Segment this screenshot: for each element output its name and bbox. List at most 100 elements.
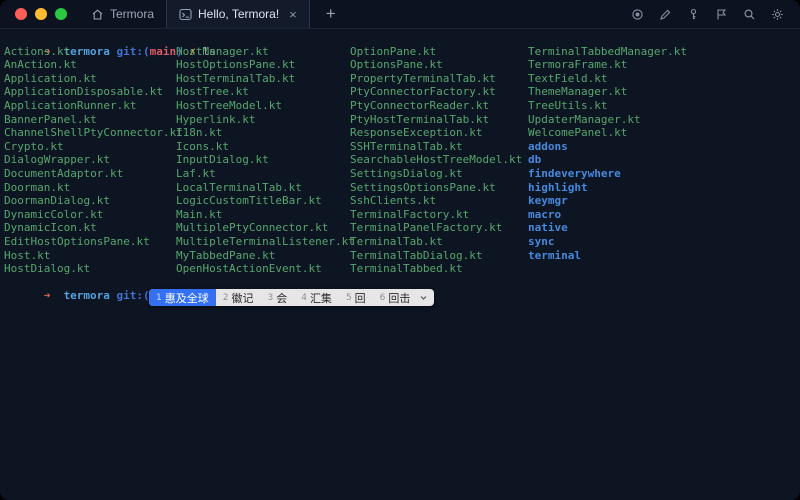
- file-entry: HostManager.kt: [176, 44, 269, 58]
- file-entry: HostOptionsPane.kt: [176, 58, 296, 72]
- ime-candidate-text: 汇集: [309, 291, 332, 305]
- file-entry: TerminalFactory.kt: [350, 207, 470, 221]
- file-entry: TreeUtils.kt: [528, 98, 608, 112]
- tab-termora-home[interactable]: Termora: [79, 0, 166, 28]
- file-entry: I18n.kt: [176, 126, 223, 140]
- directory-entry: sync: [528, 234, 555, 248]
- file-entry: Main.kt: [176, 207, 223, 221]
- file-entry: TerminalPanelFactory.kt: [350, 221, 503, 235]
- file-entry: TerminalTabbed.kt: [350, 262, 463, 276]
- file-entry: Doorman.kt: [4, 180, 71, 194]
- tab-label: Termora: [110, 7, 155, 21]
- git-prefix: git:(: [116, 289, 150, 303]
- file-entry: Laf.kt: [176, 166, 216, 180]
- prompt-arrow: ➜: [43, 289, 51, 303]
- file-entry: PtyConnectorReader.kt: [350, 98, 490, 112]
- ime-candidate-index: 4: [301, 292, 307, 303]
- search-icon[interactable]: [743, 8, 756, 21]
- file-entry: WelcomePanel.kt: [528, 126, 628, 140]
- minimize-window-button[interactable]: [35, 8, 47, 20]
- tabbar-spacer: [342, 0, 631, 28]
- file-entry: ResponseException.kt: [350, 126, 483, 140]
- file-entry: LogicCustomTitleBar.kt: [176, 194, 322, 208]
- file-entry: SettingsDialog.kt: [350, 166, 463, 180]
- file-entry: EditHostOptionsPane.kt: [4, 234, 150, 248]
- file-entry: BannerPanel.kt: [4, 112, 97, 126]
- terminal-screen[interactable]: ➜ termora git:(main) ✗ ls Actions.kt AnAction…: [0, 29, 800, 500]
- file-entry: TerminalTabbedManager.kt: [528, 44, 687, 58]
- directory-entry: terminal: [528, 248, 581, 262]
- file-entry: MultiplePtyConnector.kt: [176, 221, 329, 235]
- ime-candidate[interactable]: 6 回击: [373, 289, 418, 306]
- file-entry: MyTabbedPane.kt: [176, 248, 276, 262]
- directory-entry: addons: [528, 139, 568, 153]
- close-window-button[interactable]: [15, 8, 27, 20]
- prompt-host: termora: [63, 289, 110, 303]
- tab-label: Hello, Termora!: [198, 7, 280, 21]
- new-tab-button[interactable]: +: [320, 0, 342, 28]
- file-entry: PtyConnectorFactory.kt: [350, 85, 496, 99]
- file-column-3: OptionPane.kt OptionsPane.kt PropertyTermi…: [350, 45, 528, 276]
- file-column-1: Actions.kt AnAction.kt Application.kt Appli…: [4, 44, 183, 276]
- ime-candidate-text: 回: [354, 291, 366, 305]
- file-entry: DialogWrapper.kt: [4, 153, 110, 167]
- key-manager-icon[interactable]: [687, 8, 700, 21]
- ime-candidate[interactable]: 5回: [339, 289, 373, 306]
- file-entry: OpenHostActionEvent.kt: [176, 262, 322, 276]
- file-entry: SettingsOptionsPane.kt: [350, 180, 496, 194]
- file-listing: Actions.kt AnAction.kt Application.kt Appli…: [4, 45, 800, 276]
- file-entry: LocalTerminalTab.kt: [176, 180, 302, 194]
- ime-candidate-index: 6: [379, 292, 386, 303]
- file-entry: HostTerminalTab.kt: [176, 71, 296, 85]
- file-entry: InputDialog.kt: [176, 153, 269, 167]
- file-entry: AnAction.kt: [4, 58, 77, 72]
- directory-entry: highlight: [528, 180, 588, 194]
- ime-candidate-index: 5: [345, 292, 352, 303]
- file-entry: Actions.kt: [4, 44, 71, 58]
- ime-candidate[interactable]: 4 汇集: [294, 289, 339, 306]
- file-entry: Crypto.kt: [4, 139, 64, 153]
- ime-candidate-text: 惠及全球: [164, 291, 209, 305]
- file-entry: PtyHostTerminalTab.kt: [350, 112, 490, 126]
- file-entry: DynamicIcon.kt: [4, 221, 97, 235]
- macro-record-icon[interactable]: [631, 8, 644, 21]
- settings-icon[interactable]: [771, 8, 784, 21]
- file-entry: SshClients.kt: [350, 194, 437, 208]
- ime-candidate-window: 1 惠及全球 2 徽记 3 会 4 汇集 5 回 6 回击: [149, 289, 435, 306]
- file-column-4: TerminalTabbedManager.kt TermoraFrame.kt T…: [528, 45, 687, 263]
- home-icon: [91, 8, 104, 21]
- flag-icon[interactable]: [715, 8, 728, 21]
- traffic-lights: [0, 0, 79, 28]
- file-entry: Application.kt: [4, 71, 97, 85]
- file-entry: TerminalTabDialog.kt: [350, 248, 483, 262]
- close-tab-icon[interactable]: ×: [289, 8, 297, 21]
- edit-icon[interactable]: [659, 8, 672, 21]
- file-entry: Hyperlink.kt: [176, 112, 256, 126]
- file-entry: DoormanDialog.kt: [4, 194, 110, 208]
- termora-window: Termora Hello, Termora! × + ➜ termora gi…: [0, 0, 800, 500]
- ime-candidate-index: 1: [156, 292, 162, 303]
- ime-candidate[interactable]: 3会: [260, 289, 294, 306]
- ime-candidate-text: 会: [276, 291, 288, 305]
- file-entry: TextField.kt: [528, 71, 608, 85]
- tab-bar: Termora Hello, Termora! × +: [0, 0, 800, 29]
- ime-candidate-index: 3: [267, 292, 274, 303]
- file-entry: Icons.kt: [176, 139, 229, 153]
- ime-candidate[interactable]: 1 惠及全球: [149, 289, 216, 306]
- file-entry: ApplicationRunner.kt: [4, 98, 137, 112]
- prompt-line-2: ➜termoragit:(main)✗中文之美hui ji quan qiu: [4, 276, 800, 302]
- tab-hello-termora[interactable]: Hello, Termora! ×: [166, 0, 310, 28]
- chevron-down-icon[interactable]: [417, 293, 434, 302]
- directory-entry: macro: [528, 207, 562, 221]
- file-entry: MultipleTerminalListener.kt: [176, 234, 355, 248]
- ime-candidate-index: 2: [222, 292, 229, 303]
- prompt-line-1: ➜ termora git:(main) ✗ ls: [4, 31, 800, 58]
- ime-candidate[interactable]: 2 徽记: [216, 289, 261, 306]
- file-entry: ChannelShellPtyConnector.kt: [4, 126, 183, 140]
- file-entry: DynamicColor.kt: [4, 207, 104, 221]
- file-entry: UpdaterManager.kt: [528, 112, 641, 126]
- file-entry: OptionsPane.kt: [350, 58, 443, 72]
- terminal-icon: [179, 8, 192, 21]
- zoom-window-button[interactable]: [55, 8, 67, 20]
- file-entry: DocumentAdaptor.kt: [4, 166, 124, 180]
